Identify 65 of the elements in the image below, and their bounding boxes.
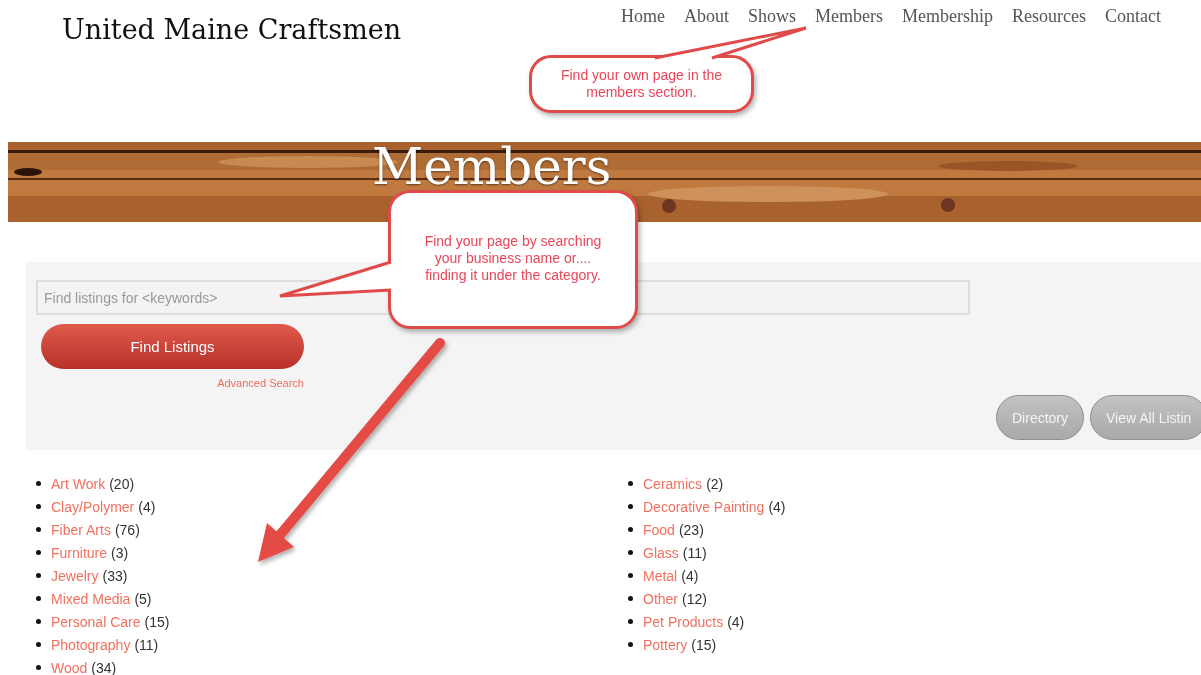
bullet-icon <box>36 550 41 555</box>
category-count: (5) <box>134 590 152 607</box>
bullet-icon <box>628 642 633 647</box>
category-link[interactable]: Jewelry <box>51 567 99 584</box>
bullet-icon <box>628 619 633 624</box>
category-link[interactable]: Personal Care <box>51 613 141 630</box>
category-count: (3) <box>111 544 129 561</box>
category-link[interactable]: Pet Products <box>643 613 724 630</box>
category-count: (4) <box>138 498 156 515</box>
category-link[interactable]: Wood <box>51 659 88 675</box>
bullet-icon <box>628 596 633 601</box>
nav-link[interactable]: Membership <box>902 6 993 27</box>
category-link[interactable]: Art Work <box>51 475 106 492</box>
nav-link[interactable]: Resources <box>1012 6 1086 27</box>
category-count: (23) <box>678 521 704 538</box>
view-button[interactable]: View All Listin <box>1090 395 1201 440</box>
bullet-icon <box>36 665 41 670</box>
category-count: (4) <box>681 567 699 584</box>
category-count: (34) <box>91 659 117 675</box>
nav-link[interactable]: Members <box>815 6 884 27</box>
category-count: (4) <box>727 613 745 630</box>
category-link[interactable]: Ceramics <box>643 475 703 492</box>
category-count: (11) <box>134 636 159 653</box>
category-link[interactable]: Fiber Arts <box>51 521 111 538</box>
category-count: (12) <box>682 590 707 607</box>
category-link[interactable]: Decorative Painting <box>643 498 765 515</box>
category-count: (15) <box>691 636 717 653</box>
bullet-icon <box>36 619 41 624</box>
view-button[interactable]: Directory <box>996 395 1084 440</box>
bullet-icon <box>628 550 633 555</box>
nav-link[interactable]: Home <box>621 6 666 27</box>
bullet-icon <box>628 481 633 486</box>
category-link[interactable]: Metal <box>643 567 678 584</box>
category-link[interactable]: Pottery <box>643 636 688 653</box>
nav-link[interactable]: Contact <box>1105 6 1161 27</box>
nav-link[interactable]: About <box>684 6 730 27</box>
category-count: (33) <box>102 567 128 584</box>
category-link[interactable]: Mixed Media <box>51 590 131 607</box>
category-count: (20) <box>109 475 135 492</box>
bullet-icon <box>36 596 41 601</box>
bullet-icon <box>36 527 41 532</box>
category-link[interactable]: Food <box>643 521 675 538</box>
category-count: (2) <box>706 475 724 492</box>
category-count: (76) <box>114 521 140 538</box>
site-title: United Maine Craftsmen <box>62 14 402 45</box>
bullet-icon <box>36 504 41 509</box>
advanced-search-link[interactable]: Advanced Search <box>36 377 304 389</box>
nav-link[interactable]: Shows <box>748 6 797 27</box>
find-listings-button[interactable]: Find Listings <box>41 324 304 369</box>
category-link[interactable]: Clay/Polymer <box>51 498 135 515</box>
bullet-icon <box>36 481 41 486</box>
category-count: (15) <box>144 613 170 630</box>
bullet-icon <box>628 504 633 509</box>
category-link[interactable]: Furniture <box>51 544 108 561</box>
category-link[interactable]: Glass <box>643 544 679 561</box>
category-link[interactable]: Other <box>643 590 678 607</box>
bullet-icon <box>36 573 41 578</box>
bullet-icon <box>628 527 633 532</box>
category-link[interactable]: Photography <box>51 636 131 653</box>
bullet-icon <box>36 642 41 647</box>
bullet-icon <box>628 573 633 578</box>
callout-note: Find your page by searching your business name or.... finding it under the category. <box>388 190 638 329</box>
page-title: Members <box>372 142 612 192</box>
category-count: (11) <box>682 544 707 561</box>
category-count: (4) <box>768 498 786 515</box>
